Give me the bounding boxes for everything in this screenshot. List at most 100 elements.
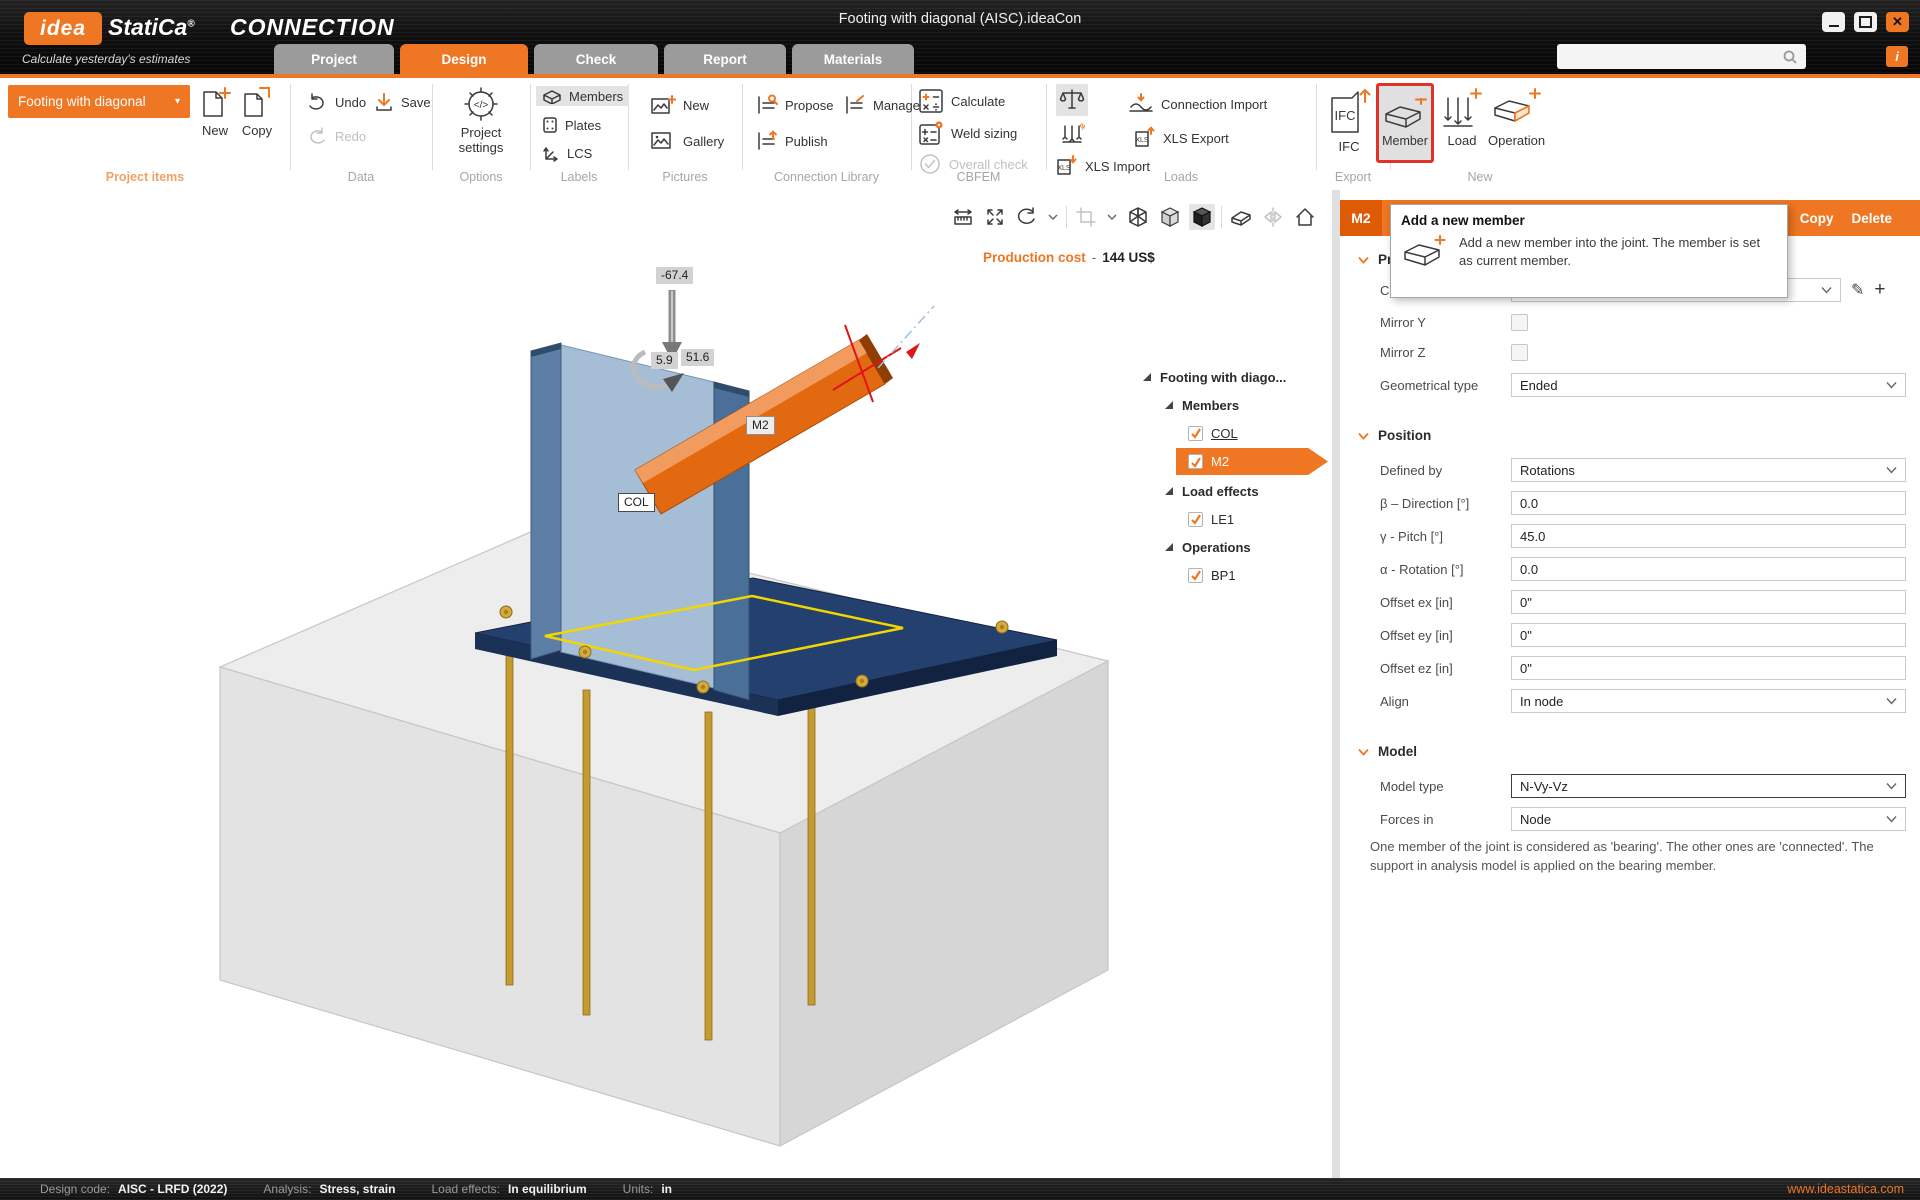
xls-export-button[interactable]: XLS XLS Export <box>1132 126 1229 150</box>
project-item-selector[interactable]: Footing with diagonal ▾ <box>8 85 190 118</box>
crop-options-chevron-icon[interactable] <box>1105 204 1119 230</box>
website-link[interactable]: www.ideastatica.com <box>1787 1182 1904 1196</box>
picture-new-button[interactable]: New <box>650 94 709 116</box>
close-button[interactable]: ✕ <box>1886 12 1909 32</box>
tree-root-node[interactable]: Footing with diago... <box>1142 364 1286 390</box>
add-cross-section-icon[interactable]: + <box>1874 279 1885 301</box>
tab-materials[interactable]: Materials <box>792 44 914 74</box>
tab-check[interactable]: Check <box>534 44 658 74</box>
home-view-icon[interactable] <box>1292 204 1318 230</box>
undo-button[interactable]: Undo <box>306 92 366 112</box>
new-member-button[interactable]: Member <box>1376 83 1434 163</box>
fit-view-icon[interactable] <box>982 204 1008 230</box>
redo-button[interactable]: Redo <box>306 126 366 146</box>
minimize-button[interactable] <box>1822 12 1845 32</box>
new-project-item-button[interactable]: New <box>198 84 232 139</box>
chevron-down-icon <box>1886 783 1897 790</box>
copy-member-button[interactable]: Copy <box>1800 211 1834 226</box>
alpha-rotation-input[interactable] <box>1511 557 1906 581</box>
model-3d-scene <box>218 290 1110 1148</box>
forces-in-select[interactable]: Node <box>1511 807 1906 831</box>
tree-group-load-effects[interactable]: Load effects <box>1164 478 1259 504</box>
tree-item-m2-selected[interactable]: M2 <box>1176 448 1328 475</box>
section-crop-icon[interactable] <box>1073 204 1099 230</box>
loads-in-percent-button[interactable]: % <box>1056 120 1088 150</box>
tab-project[interactable]: Project <box>274 44 394 74</box>
picture-gallery-button[interactable]: Gallery <box>650 130 724 152</box>
beta-direction-row: β – Direction [°] <box>1380 491 1906 515</box>
panel-splitter[interactable] <box>1332 190 1340 1178</box>
member-axis-line <box>877 305 935 369</box>
checkbox-checked[interactable] <box>1188 511 1203 527</box>
member-display-icon[interactable] <box>1228 204 1254 230</box>
labels-lcs-toggle[interactable]: LCS <box>542 144 592 162</box>
beta-direction-input[interactable] <box>1511 491 1906 515</box>
logo-text: idea <box>39 16 87 40</box>
ifc-export-button[interactable]: IFC IFC <box>1326 86 1372 155</box>
labels-plates-toggle[interactable]: Plates <box>542 116 601 134</box>
balance-scale-icon <box>1059 89 1085 109</box>
search-input[interactable] <box>1557 44 1806 69</box>
rotate-options-chevron-icon[interactable] <box>1046 204 1060 230</box>
checkbox-checked[interactable] <box>1188 567 1203 583</box>
gear-code-icon: </> <box>464 87 498 121</box>
checkbox-checked[interactable] <box>1188 425 1203 441</box>
labels-members-toggle[interactable]: Members <box>536 86 630 106</box>
edit-cross-section-icon[interactable]: ✎ <box>1851 280 1864 300</box>
minimize-icon <box>1828 25 1839 27</box>
weld-sizing-button[interactable]: Weld sizing <box>918 120 1017 146</box>
tree-item-le1[interactable]: LE1 <box>1188 506 1234 532</box>
mirror-view-icon[interactable] <box>1260 204 1286 230</box>
measure-icon[interactable] <box>950 204 976 230</box>
library-manage-button[interactable]: Manage <box>842 94 920 116</box>
mirror-y-checkbox[interactable] <box>1511 313 1528 331</box>
expander-icon <box>1165 543 1173 551</box>
model-type-select[interactable]: N-Vy-Vz <box>1511 774 1906 798</box>
viewport-toolbar <box>950 204 1318 230</box>
tab-design[interactable]: Design <box>400 44 528 74</box>
align-select[interactable]: In node <box>1511 689 1906 713</box>
library-propose-button[interactable]: Propose <box>754 94 833 116</box>
new-load-button[interactable]: Load <box>1440 86 1484 149</box>
tree-item-col[interactable]: COL <box>1188 420 1238 446</box>
titlebar: idea StatiCa® CONNECTION Calculate yeste… <box>0 0 1920 78</box>
solid-view-icon[interactable] <box>1189 204 1215 230</box>
library-publish-button[interactable]: Publish <box>754 130 828 152</box>
tree-item-bp1[interactable]: BP1 <box>1188 562 1236 588</box>
mirror-z-checkbox[interactable] <box>1511 343 1528 361</box>
propose-connection-icon <box>758 94 778 114</box>
model-viewport[interactable]: Production cost -144 US$ -67.4 5.9 51.6 M… <box>0 190 1332 1178</box>
new-operation-button[interactable]: Operation <box>1488 86 1545 149</box>
checkbox-checked[interactable] <box>1188 454 1203 469</box>
load-plus-icon <box>1443 88 1482 127</box>
geometrical-type-select[interactable]: Ended <box>1511 373 1906 397</box>
offset-ex-input[interactable] <box>1511 590 1906 614</box>
section-position[interactable]: Position <box>1358 428 1431 443</box>
wireframe-view-icon[interactable] <box>1125 204 1151 230</box>
copy-project-item-button[interactable]: Copy <box>240 84 274 139</box>
project-settings-button[interactable]: </> Project settings <box>452 84 510 156</box>
offset-ey-input[interactable] <box>1511 623 1906 647</box>
save-button[interactable]: Save <box>374 92 431 112</box>
gamma-pitch-input[interactable] <box>1511 524 1906 548</box>
offset-ez-input[interactable] <box>1511 656 1906 680</box>
tree-group-operations[interactable]: Operations <box>1164 534 1251 560</box>
transparent-view-icon[interactable] <box>1157 204 1183 230</box>
ribbon: Footing with diagonal ▾ New Copy Project … <box>0 78 1920 191</box>
info-button[interactable]: i <box>1886 46 1908 67</box>
defined-by-select[interactable]: Rotations <box>1511 458 1906 482</box>
expander-icon <box>1143 373 1151 381</box>
maximize-button[interactable] <box>1854 12 1877 32</box>
rotate-view-icon[interactable] <box>1014 204 1040 230</box>
loads-equilibrium-toggle[interactable] <box>1056 84 1088 116</box>
calculate-button[interactable]: Calculate <box>918 88 1005 114</box>
tab-report[interactable]: Report <box>664 44 786 74</box>
chevron-down-icon <box>1886 382 1897 389</box>
tree-group-members[interactable]: Members <box>1164 392 1239 418</box>
delete-member-button[interactable]: Delete <box>1851 211 1892 226</box>
member-box-icon <box>543 90 561 104</box>
member-col-label: COL <box>618 493 655 512</box>
section-model[interactable]: Model <box>1358 744 1417 759</box>
connection-import-button[interactable]: Connection Import <box>1128 92 1267 116</box>
mirror-z-row: Mirror Z <box>1380 340 1528 364</box>
